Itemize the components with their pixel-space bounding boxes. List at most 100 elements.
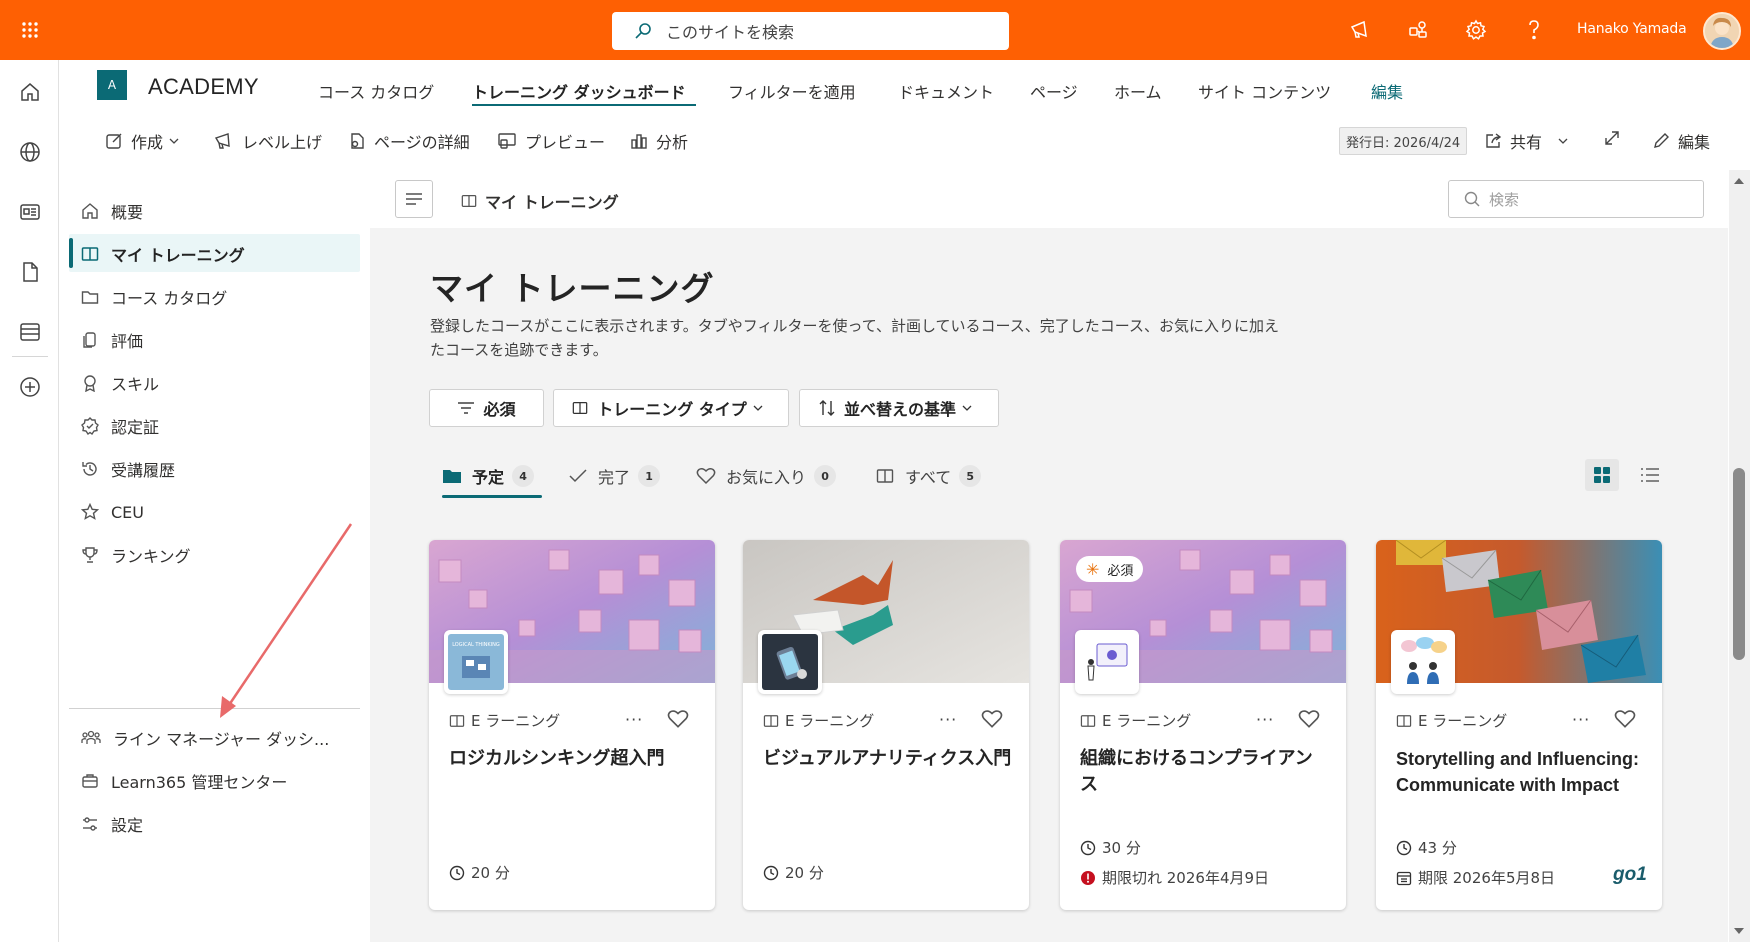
- nav-site-contents[interactable]: サイト コンテンツ: [1198, 79, 1331, 103]
- course-thumbnail: [1391, 630, 1455, 694]
- left-nav-history[interactable]: 受講履歴: [81, 451, 175, 487]
- grid-view-button[interactable]: [1585, 459, 1619, 491]
- tab-all[interactable]: すべて 5: [875, 460, 982, 492]
- chart-bar-icon: [630, 132, 656, 150]
- filter-label: 必須: [483, 400, 516, 419]
- app-launcher-icon[interactable]: [14, 14, 46, 46]
- nav-pages[interactable]: ページ: [1030, 79, 1078, 103]
- tab-favorites[interactable]: お気に入り 0: [696, 460, 837, 492]
- help-icon[interactable]: [1520, 16, 1548, 44]
- share-button[interactable]: 共有: [1484, 129, 1576, 153]
- left-nav-line-manager[interactable]: ライン マネージャー ダッシ...: [81, 720, 329, 756]
- left-nav-my-training[interactable]: マイ トレーニング: [81, 236, 245, 272]
- left-nav-ceu[interactable]: CEU: [81, 494, 144, 530]
- add-circle-icon[interactable]: [18, 375, 42, 399]
- list-table-icon[interactable]: [18, 320, 42, 344]
- course-type: E ラーニング: [763, 710, 874, 731]
- megaphone-icon[interactable]: [1346, 16, 1374, 44]
- tab-completed[interactable]: 完了 1: [568, 460, 661, 492]
- nav-home[interactable]: ホーム: [1114, 79, 1162, 103]
- tab-planned[interactable]: 予定 4: [442, 460, 535, 492]
- filter-icon: [457, 401, 483, 415]
- course-card[interactable]: ✳ 必須 E ラーニング ··· 組織におけるコンプライアンス 30 分 期限切…: [1060, 540, 1346, 910]
- left-nav-certificates[interactable]: 認定証: [81, 408, 159, 444]
- edit-page-button[interactable]: 編集: [1652, 129, 1710, 153]
- tab-count: 1: [638, 465, 661, 487]
- course-type-label: E ラーニング: [785, 712, 875, 730]
- scrollbar-thumb[interactable]: [1733, 468, 1745, 660]
- left-nav-label: ライン マネージャー ダッシ...: [113, 730, 330, 749]
- left-nav-assessment[interactable]: 評価: [81, 322, 143, 358]
- book-icon: [875, 467, 905, 485]
- page-details-button[interactable]: ページの詳細: [348, 129, 470, 153]
- expand-icon[interactable]: [1603, 129, 1629, 147]
- document-icon[interactable]: [18, 260, 42, 284]
- compose-icon: [105, 132, 131, 150]
- tab-count: 5: [959, 465, 982, 487]
- more-options-button[interactable]: ···: [1256, 710, 1274, 729]
- course-card[interactable]: E ラーニング ··· Storytelling and Influencing…: [1376, 540, 1662, 910]
- news-icon[interactable]: [18, 200, 42, 224]
- folder-icon: [442, 468, 472, 484]
- favorite-heart-icon[interactable]: [667, 709, 689, 729]
- left-nav-admin-center[interactable]: Learn365 管理センター: [81, 763, 287, 799]
- book-icon: [1080, 714, 1102, 728]
- course-type-label: E ラーニング: [1418, 712, 1508, 730]
- analytics-button[interactable]: 分析: [630, 129, 688, 153]
- course-card[interactable]: LOGICAL THINKING E ラーニング ··· ロジカルシンキング超入…: [429, 540, 715, 910]
- avatar[interactable]: [1703, 12, 1741, 50]
- course-title[interactable]: ビジュアルアナリティクス入門: [763, 746, 1013, 772]
- site-logo[interactable]: A: [97, 70, 127, 100]
- nav-course-catalog[interactable]: コース カタログ: [318, 79, 434, 103]
- appbar-divider: [12, 356, 48, 357]
- training-type-filter-button[interactable]: トレーニング タイプ: [553, 389, 789, 427]
- favorite-heart-icon[interactable]: [981, 709, 1003, 729]
- globe-icon[interactable]: [18, 140, 42, 164]
- site-search-input[interactable]: このサイトを検索: [612, 12, 1009, 50]
- menu-toggle-button[interactable]: [395, 180, 433, 218]
- more-options-button[interactable]: ···: [1572, 710, 1590, 729]
- scroll-down-icon[interactable]: [1733, 926, 1745, 936]
- left-nav-course-catalog[interactable]: コース カタログ: [81, 279, 227, 315]
- course-card[interactable]: E ラーニング ··· ビジュアルアナリティクス入門 20 分: [743, 540, 1029, 910]
- course-title[interactable]: Storytelling and Influencing: Communicat…: [1396, 746, 1646, 798]
- left-nav-overview[interactable]: 概要: [81, 193, 143, 229]
- favorite-heart-icon[interactable]: [1614, 709, 1636, 729]
- megaphone-icon: [214, 132, 242, 150]
- create-button[interactable]: 作成: [105, 129, 187, 153]
- scroll-up-icon[interactable]: [1733, 176, 1745, 186]
- more-options-button[interactable]: ···: [625, 710, 643, 729]
- tab-label: すべて: [905, 468, 952, 487]
- course-duration: 43 分: [1396, 837, 1457, 858]
- list-view-button[interactable]: [1633, 459, 1667, 491]
- search-icon: [634, 22, 666, 40]
- site-title[interactable]: ACADEMY: [148, 74, 259, 100]
- required-filter-button[interactable]: 必須: [429, 389, 544, 427]
- sort-by-button[interactable]: 並べ替えの基準: [799, 389, 999, 427]
- nav-training-dashboard[interactable]: トレーニング ダッシュボード: [472, 79, 686, 103]
- provider-logo: go1: [1613, 864, 1647, 885]
- promote-button[interactable]: レベル上げ: [214, 129, 322, 153]
- edit-label: 編集: [1678, 133, 1711, 152]
- list-icon: [1640, 467, 1660, 483]
- favorite-heart-icon[interactable]: [1298, 709, 1320, 729]
- course-title[interactable]: ロジカルシンキング超入門: [449, 746, 699, 772]
- course-duration: 30 分: [1080, 837, 1141, 858]
- course-title[interactable]: 組織におけるコンプライアンス: [1080, 746, 1330, 798]
- nav-apply-filter[interactable]: フィルターを適用: [728, 79, 856, 103]
- more-options-button[interactable]: ···: [939, 710, 957, 729]
- nav-edit-link[interactable]: 編集: [1371, 79, 1403, 103]
- nav-documents[interactable]: ドキュメント: [898, 79, 994, 103]
- training-search-input[interactable]: 検索: [1448, 180, 1704, 218]
- left-nav-ranking[interactable]: ランキング: [81, 537, 191, 573]
- preview-button[interactable]: プレビュー: [497, 129, 605, 153]
- left-nav-settings[interactable]: 設定: [81, 806, 143, 842]
- share-nodes-icon[interactable]: [1404, 16, 1432, 44]
- left-nav-selected-indicator: [69, 238, 73, 268]
- left-nav-label: 概要: [111, 203, 144, 222]
- user-name[interactable]: Hanako Yamada: [1577, 21, 1687, 37]
- left-nav-skills[interactable]: スキル: [81, 365, 159, 401]
- home-icon[interactable]: [18, 80, 42, 104]
- gear-icon[interactable]: [1462, 16, 1490, 44]
- chevron-down-icon: [1558, 137, 1576, 145]
